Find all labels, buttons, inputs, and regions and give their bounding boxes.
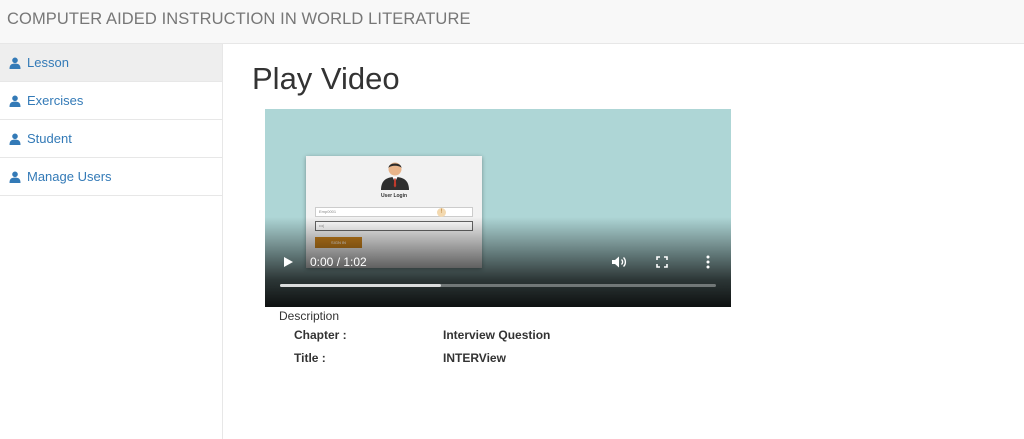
title-value: INTERView <box>443 351 506 365</box>
user-icon <box>9 133 21 145</box>
sidebar: Lesson Exercises Student Manage Users <box>0 44 223 439</box>
login-title: User Login <box>380 193 408 199</box>
top-navbar: COMPUTER AIDED INSTRUCTION IN WORLD LITE… <box>0 0 1024 44</box>
description-label: Description <box>279 309 340 323</box>
chapter-value: Interview Question <box>443 328 551 342</box>
sidebar-item-label: Student <box>27 131 72 146</box>
page-title: Play Video <box>252 61 400 96</box>
user-icon <box>9 57 21 69</box>
video-progress-bar[interactable] <box>280 284 716 287</box>
sidebar-item-lesson[interactable]: Lesson <box>0 44 222 82</box>
more-options-icon[interactable] <box>705 255 711 269</box>
person-avatar-icon <box>381 162 409 190</box>
login-username-field: Emp0001 <box>315 207 473 217</box>
fullscreen-icon[interactable] <box>656 256 668 268</box>
info-badge-icon: ! <box>437 208 446 217</box>
sidebar-item-exercises[interactable]: Exercises <box>0 82 222 120</box>
chapter-key: Chapter : <box>294 328 347 342</box>
video-buffered-bar <box>280 284 442 287</box>
play-icon[interactable] <box>282 256 294 268</box>
user-icon <box>9 95 21 107</box>
sidebar-item-label: Lesson <box>27 55 69 70</box>
sidebar-item-manage-users[interactable]: Manage Users <box>0 158 222 196</box>
user-icon <box>9 171 21 183</box>
volume-icon[interactable] <box>611 255 627 269</box>
video-player[interactable]: User Login Emp0001 ! •••| SIGN IN 0:00 /… <box>265 109 731 307</box>
sidebar-item-student[interactable]: Student <box>0 120 222 158</box>
video-time: 0:00 / 1:02 <box>310 255 367 269</box>
sidebar-item-label: Manage Users <box>27 169 112 184</box>
app-title[interactable]: COMPUTER AIDED INSTRUCTION IN WORLD LITE… <box>7 10 471 29</box>
title-key: Title : <box>294 351 326 365</box>
sidebar-item-label: Exercises <box>27 93 84 108</box>
